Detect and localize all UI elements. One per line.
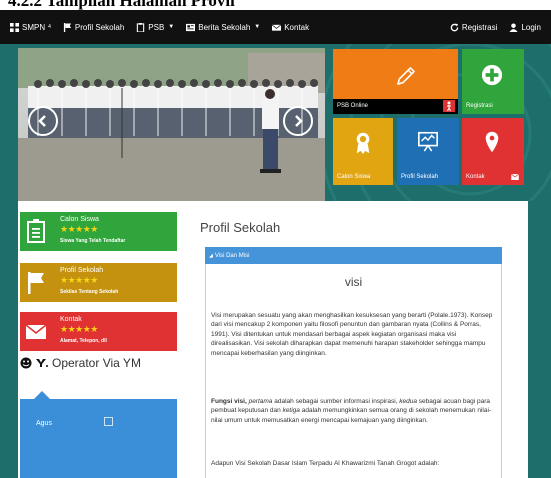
document-heading: 4.2.2 Tampilan Halaman Provil <box>0 0 551 10</box>
fungsi-visi-paragraph: Fungsi visi, pertama adalah sebagai sumb… <box>211 397 498 425</box>
ym-status-checkbox[interactable] <box>104 417 113 426</box>
rating-stars: ★★★★★ <box>60 275 98 285</box>
flag-icon <box>63 22 72 32</box>
image-slider[interactable] <box>18 48 325 201</box>
emphasis-text: kedua <box>399 398 417 405</box>
section-heading: visi <box>344 275 363 289</box>
hero-section: PSB Online Registrasi Calon Siswa Profil… <box>0 44 551 201</box>
pencil-icon <box>397 67 415 85</box>
plus-circle-icon <box>481 64 503 86</box>
visi-paragraph: Visi merupakan sesuatu yang akan menghas… <box>211 312 493 357</box>
presentation-chart-icon <box>418 131 438 152</box>
sidebar-item-title: Calon Siswa <box>60 216 99 223</box>
tile-registrasi-label: Registrasi <box>466 103 493 109</box>
sidebar-item-subtitle: Sekilas Tentang Sekolah <box>60 289 119 295</box>
nav-kontak-label: Kontak <box>284 22 310 32</box>
ym-pointer <box>34 391 50 399</box>
visi-statement-intro: Adapun Visi Sekolah Dasar Islam Terpadu … <box>211 460 440 467</box>
nav-login[interactable]: Login <box>509 23 541 32</box>
rating-stars: ★★★★★ <box>60 224 98 234</box>
nav-profil-sekolah[interactable]: Profil Sekolah <box>63 22 125 32</box>
nav-berita-sekolah-label: Berita Sekolah <box>198 22 251 32</box>
ym-title-label: Operator Via YM <box>52 356 141 370</box>
envelope-icon <box>272 24 282 31</box>
page-title: Profil Sekolah <box>200 220 281 235</box>
sidebar-item-title: Profil Sekolah <box>60 267 104 274</box>
brand-sup: 4 <box>48 24 51 30</box>
person-icon <box>447 101 451 112</box>
rating-stars: ★★★★★ <box>60 324 98 334</box>
envelope-icon <box>511 174 519 180</box>
brand-link[interactable]: SMPN 4 <box>10 22 51 32</box>
emphasis-text: pertama <box>248 398 273 405</box>
tile-profil-sekolah-label: Profil Sekolah <box>401 174 439 180</box>
ym-operator-name[interactable]: Agus <box>36 420 52 427</box>
flag-icon <box>28 272 44 294</box>
tile-psb-online-caption: PSB Online <box>333 99 458 114</box>
map-marker-icon <box>485 131 499 153</box>
slider-next-button[interactable] <box>283 106 313 136</box>
tile-psb-online[interactable]: PSB Online <box>333 49 458 114</box>
top-navbar: SMPN 4 Profil Sekolah PSB ▼ Berita Sekola… <box>0 10 551 44</box>
award-ribbon-icon <box>356 132 370 154</box>
triangle-down-icon: ◢ <box>209 252 213 259</box>
sidebar-item-subtitle: Siswa Yang Telah Tendaftar <box>60 238 126 244</box>
sidebar-item-subtitle: Alamat, Telepon, dll <box>60 338 107 344</box>
tile-kontak[interactable]: Kontak <box>462 118 524 185</box>
emphasis-text: ketiga <box>282 407 300 415</box>
tile-calon-siswa-label: Calon Siswa <box>337 174 371 180</box>
nav-kontak[interactable]: Kontak <box>272 23 309 32</box>
nav-profil-sekolah-label: Profil Sekolah <box>74 22 125 32</box>
tile-psb-online-label: PSB Online <box>337 103 369 109</box>
arrow-right-icon <box>295 115 303 127</box>
nav-registrasi[interactable]: Registrasi <box>450 22 498 32</box>
sidebar-item-profil-sekolah[interactable]: Profil Sekolah ★★★★★ Sekilas Tentang Sek… <box>20 263 177 302</box>
sidebar-item-kontak[interactable]: Kontak ★★★★★ Alamat, Telepon, dll <box>20 312 177 351</box>
clipboard-icon <box>137 22 145 32</box>
clipboard-icon <box>27 219 45 243</box>
body-text: adalah sebagai sumber informasi inspiras… <box>274 398 398 405</box>
accordion-header-visi-misi[interactable]: ◢ Visi Dan Misi <box>205 247 502 264</box>
tile-registrasi[interactable]: Registrasi <box>462 49 524 114</box>
news-icon <box>186 23 196 31</box>
smiley-icon <box>20 357 32 369</box>
ym-section-title: Operator Via YM <box>20 356 141 370</box>
nav-psb-label: PSB <box>148 22 165 32</box>
grid-icon <box>10 22 19 32</box>
sidebar-item-title: Kontak <box>60 316 82 323</box>
tile-kontak-label: Kontak <box>466 174 485 180</box>
nav-psb[interactable]: PSB ▼ <box>136 22 175 32</box>
sidebar-item-calon-siswa[interactable]: Calon Siswa ★★★★★ Siswa Yang Telah Tenda… <box>20 212 177 251</box>
tile-profil-sekolah[interactable]: Profil Sekolah <box>397 118 459 185</box>
brand-label: SMPN <box>22 22 46 32</box>
user-icon <box>509 22 518 32</box>
arrow-left-icon <box>38 115 46 127</box>
nav-berita-sekolah[interactable]: Berita Sekolah ▼ <box>186 23 260 32</box>
refresh-icon <box>450 22 459 31</box>
chevron-down-icon: ▼ <box>168 24 175 30</box>
nav-login-label: Login <box>521 22 541 32</box>
envelope-icon <box>26 324 46 339</box>
accordion-header-label: Visi Dan Misi <box>214 252 250 259</box>
yahoo-messenger-icon <box>36 359 48 367</box>
tile-psb-online-badge <box>443 100 455 112</box>
ym-operator-panel <box>20 399 177 478</box>
tile-calon-siswa[interactable]: Calon Siswa <box>333 118 393 185</box>
fungsi-visi-label: Fungsi visi, <box>211 398 247 405</box>
accordion-body: visi Visi merupakan sesuatu yang akan me… <box>205 264 502 478</box>
chevron-down-icon: ▼ <box>254 24 261 30</box>
slide-photo <box>18 48 325 201</box>
slider-prev-button[interactable] <box>28 106 58 136</box>
document-heading-text: 4.2.2 Tampilan Halaman Provil <box>8 0 235 10</box>
nav-registrasi-label: Registrasi <box>461 22 498 32</box>
